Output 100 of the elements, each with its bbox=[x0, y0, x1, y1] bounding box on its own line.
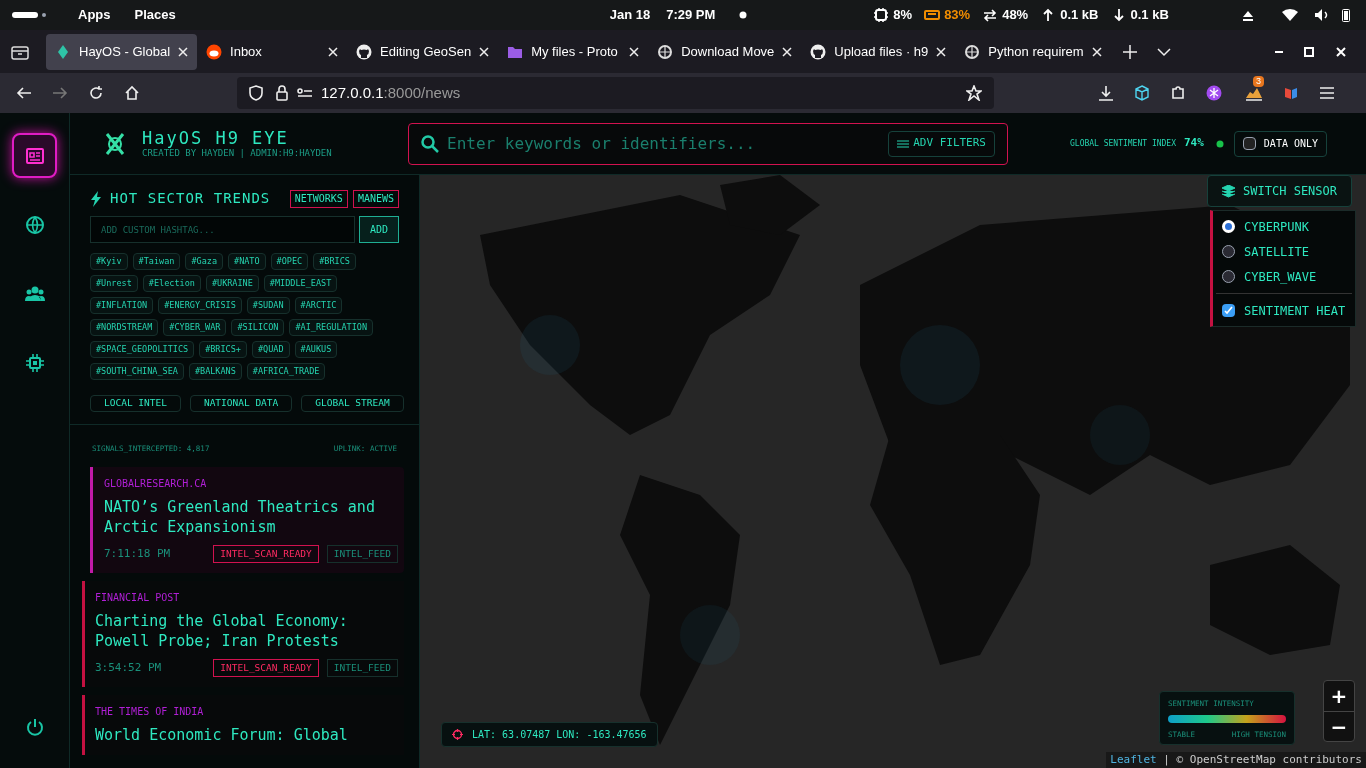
hashtag-chip[interactable]: #NATO bbox=[228, 253, 266, 270]
date-text[interactable]: Jan 18 bbox=[609, 5, 651, 25]
download-icon[interactable] bbox=[1098, 85, 1114, 101]
checkbox[interactable] bbox=[1242, 137, 1256, 150]
close-icon[interactable] bbox=[1091, 46, 1102, 57]
browser-tab[interactable]: Editing GeoSen bbox=[347, 33, 499, 70]
hashtag-chip[interactable]: #QUAD bbox=[251, 341, 290, 358]
tab-overview-icon[interactable] bbox=[11, 43, 29, 60]
top-menu[interactable]: Apps bbox=[78, 5, 111, 25]
tab-title: Download Move bbox=[681, 42, 775, 61]
layer-label: SENTIMENT HEAT bbox=[1244, 302, 1346, 320]
workspace-indicator[interactable] bbox=[12, 12, 38, 18]
news-card[interactable]: GLOBALRESEARCH.CA NATO’s Greenland Theatrics and Arctic Expansionism 7:11:18 PM INTEL_SCAN_READY INTEL_FEED bbox=[90, 467, 404, 574]
hashtag-chip[interactable]: #SUDAN bbox=[246, 297, 290, 314]
volume-icon[interactable] bbox=[1314, 8, 1330, 22]
nav-button[interactable] bbox=[12, 133, 57, 178]
hashtag-chip[interactable]: #INFLATION bbox=[90, 297, 154, 314]
eject-icon[interactable] bbox=[1242, 9, 1254, 21]
source-button[interactable]: MANEWS bbox=[352, 189, 399, 208]
maximize-icon[interactable] bbox=[1304, 46, 1314, 57]
cube-extension-icon[interactable] bbox=[1134, 85, 1150, 101]
leaflet-link[interactable]: Leaflet bbox=[1110, 753, 1157, 766]
indicator-text[interactable]: 48% bbox=[1002, 5, 1029, 25]
top-menu[interactable]: Places bbox=[134, 5, 176, 25]
close-window-icon[interactable] bbox=[1336, 46, 1346, 57]
data-only-toggle[interactable]: DATA ONLY bbox=[1233, 130, 1328, 157]
hashtag-chip[interactable]: #Unrest bbox=[90, 275, 138, 292]
hashtag-chip[interactable]: #MIDDLE_EAST bbox=[263, 275, 338, 292]
hashtag-chip[interactable]: #SOUTH_CHINA_SEA bbox=[90, 363, 184, 380]
hashtag-chip[interactable]: #SILICON bbox=[231, 319, 285, 336]
layer-label: CYBERPUNK bbox=[1244, 218, 1310, 236]
hashtag-chip[interactable]: #BRICS bbox=[313, 253, 356, 270]
power-icon[interactable] bbox=[24, 718, 45, 738]
chevron-down-icon[interactable] bbox=[1156, 46, 1171, 57]
search-icon bbox=[421, 134, 439, 153]
menu-icon[interactable] bbox=[1319, 86, 1335, 100]
wifi-icon[interactable] bbox=[1282, 8, 1298, 22]
search-field[interactable]: Enter keywords or identifiers... ADV FILTERS bbox=[408, 122, 1008, 165]
checkbox[interactable] bbox=[1222, 304, 1235, 317]
hashtag-chip[interactable]: #ENERGY_CRISIS bbox=[158, 297, 242, 314]
hashtag-chip[interactable]: #Gaza bbox=[185, 253, 223, 270]
browser-tab[interactable]: HayOS - Global bbox=[46, 33, 198, 70]
close-icon[interactable] bbox=[178, 46, 189, 57]
lock-icon bbox=[275, 85, 289, 101]
hashtag-chip[interactable]: #ARCTIC bbox=[294, 297, 343, 314]
indicator-text[interactable]: 8% bbox=[893, 5, 913, 25]
bookmark-star-icon[interactable] bbox=[966, 85, 982, 101]
section-title: HOT SECTOR TRENDS bbox=[110, 189, 272, 208]
browser-tab[interactable]: My files - Proto bbox=[498, 33, 649, 70]
hashtag-chip[interactable]: #AUKUS bbox=[294, 341, 338, 358]
sentiment-value: 74% bbox=[1183, 135, 1204, 152]
close-icon[interactable] bbox=[479, 46, 490, 57]
snowflake-extension-icon[interactable] bbox=[1206, 85, 1222, 101]
forward-arrow-icon[interactable] bbox=[52, 85, 68, 101]
browser-tab[interactable]: Download Move bbox=[648, 33, 802, 70]
radio-button[interactable] bbox=[1222, 270, 1235, 283]
hashtag-field[interactable]: ADD CUSTOM HASHTAG... bbox=[90, 216, 355, 243]
scope-button[interactable]: NATIONAL DATA bbox=[189, 395, 293, 412]
hashtag-chip[interactable]: #AI_REGULATION bbox=[289, 319, 374, 336]
hashtag-chip[interactable]: #AFRICA_TRADE bbox=[246, 363, 326, 380]
back-arrow-icon[interactable] bbox=[16, 85, 32, 101]
home-icon[interactable] bbox=[124, 85, 140, 101]
hashtag-chip[interactable]: #UKRAINE bbox=[205, 275, 259, 292]
zoom-button[interactable]: + bbox=[1324, 681, 1354, 711]
hashtag-chip[interactable]: #BRICS+ bbox=[199, 341, 247, 358]
browser-tab[interactable]: Inbox bbox=[197, 33, 348, 70]
address-bar[interactable]: 127.0.0.1:8000/news bbox=[237, 77, 994, 109]
new-tab-icon[interactable] bbox=[1122, 44, 1137, 59]
hashtag-chip[interactable]: #SPACE_GEOPOLITICS bbox=[90, 341, 195, 358]
hashtag-chip[interactable]: #OPEC bbox=[270, 253, 309, 270]
close-icon[interactable] bbox=[782, 46, 793, 57]
battery-icon[interactable] bbox=[1342, 8, 1350, 22]
browser-tab[interactable]: Upload files · h9 bbox=[801, 33, 956, 70]
hashtag-chip[interactable]: #CYBER_WAR bbox=[163, 319, 227, 336]
tab-title: Editing GeoSen bbox=[380, 42, 472, 61]
reload-icon[interactable] bbox=[88, 85, 104, 101]
puzzle-icon[interactable] bbox=[1170, 85, 1186, 101]
close-icon[interactable] bbox=[936, 46, 947, 57]
indicator-text[interactable]: 0.1 kB bbox=[1130, 5, 1169, 25]
hashtag-chip[interactable]: #Taiwan bbox=[132, 253, 181, 270]
clock-text[interactable]: 7:29 PM bbox=[666, 5, 716, 25]
flag-extension-icon[interactable] bbox=[1283, 85, 1299, 101]
scope-button[interactable]: GLOBAL STREAM bbox=[301, 395, 404, 412]
close-icon[interactable] bbox=[629, 46, 640, 57]
hashtag-chip[interactable]: #NORDSTREAM bbox=[90, 319, 159, 336]
scope-button[interactable]: LOCAL INTEL bbox=[90, 395, 181, 412]
hashtag-chip[interactable]: #Election bbox=[142, 275, 201, 292]
add-button[interactable]: ADD bbox=[359, 216, 399, 243]
indicator-text[interactable]: 0.1 kB bbox=[1060, 5, 1099, 25]
zoom-button[interactable]: − bbox=[1324, 711, 1354, 741]
close-icon[interactable] bbox=[328, 46, 339, 57]
source-button[interactable]: NETWORKS bbox=[289, 189, 348, 208]
hashtag-chip[interactable]: #BALKANS bbox=[188, 363, 242, 380]
radio-button[interactable] bbox=[1222, 245, 1235, 258]
filters-button[interactable]: ADV FILTERS bbox=[888, 130, 995, 157]
switch-sensor-button[interactable]: SWITCH SENSOR bbox=[1207, 175, 1352, 207]
browser-tab[interactable]: Python requirem bbox=[955, 33, 1111, 70]
hashtag-chip[interactable]: #Kyiv bbox=[90, 253, 128, 270]
indicator-text[interactable]: 83% bbox=[944, 5, 971, 25]
news-tag: INTEL_SCAN_READY bbox=[213, 545, 319, 564]
